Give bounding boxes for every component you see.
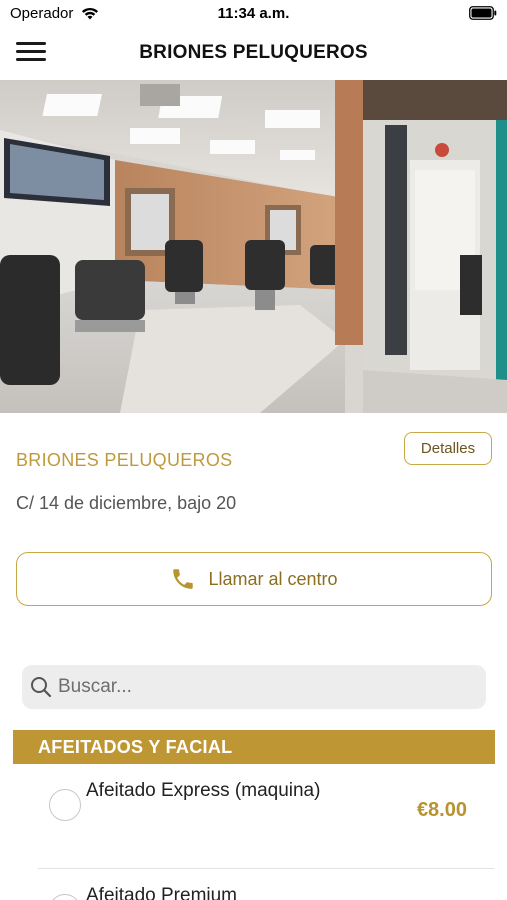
service-select-radio[interactable] — [49, 894, 81, 900]
service-name: Afeitado Express (maquina) — [86, 780, 321, 801]
battery-icon — [469, 6, 497, 20]
call-center-label: Llamar al centro — [208, 568, 338, 589]
status-time: 11:34 a.m. — [217, 5, 290, 22]
status-bar: Operador 11:34 a.m. — [0, 0, 507, 28]
page-title: BRIONES PELUQUEROS — [139, 42, 368, 63]
service-price: €8.00 — [416, 799, 467, 821]
search-input[interactable] — [58, 665, 478, 709]
search-icon — [31, 677, 52, 698]
service-select-radio[interactable] — [49, 789, 81, 821]
phone-icon — [173, 569, 194, 589]
salon-address: C/ 14 de diciembre, bajo 20 — [16, 493, 237, 513]
details-button[interactable]: Detalles — [404, 432, 492, 465]
salon-name: BRIONES PELUQUEROS — [16, 450, 233, 470]
row-divider — [38, 868, 494, 869]
search-box — [22, 665, 486, 709]
nav-bar: BRIONES PELUQUEROS — [0, 30, 507, 76]
salon-hero-image — [0, 80, 507, 413]
service-row[interactable]: Afeitado Express (maquina) €8.00 — [38, 776, 494, 868]
service-name: Afeitado Premium — [86, 885, 238, 900]
category-label: AFEITADOS Y FACIAL — [38, 736, 233, 757]
service-row[interactable]: Afeitado Premium — [38, 880, 494, 900]
call-center-button[interactable]: Llamar al centro — [16, 552, 492, 606]
category-header: AFEITADOS Y FACIAL — [13, 730, 495, 764]
